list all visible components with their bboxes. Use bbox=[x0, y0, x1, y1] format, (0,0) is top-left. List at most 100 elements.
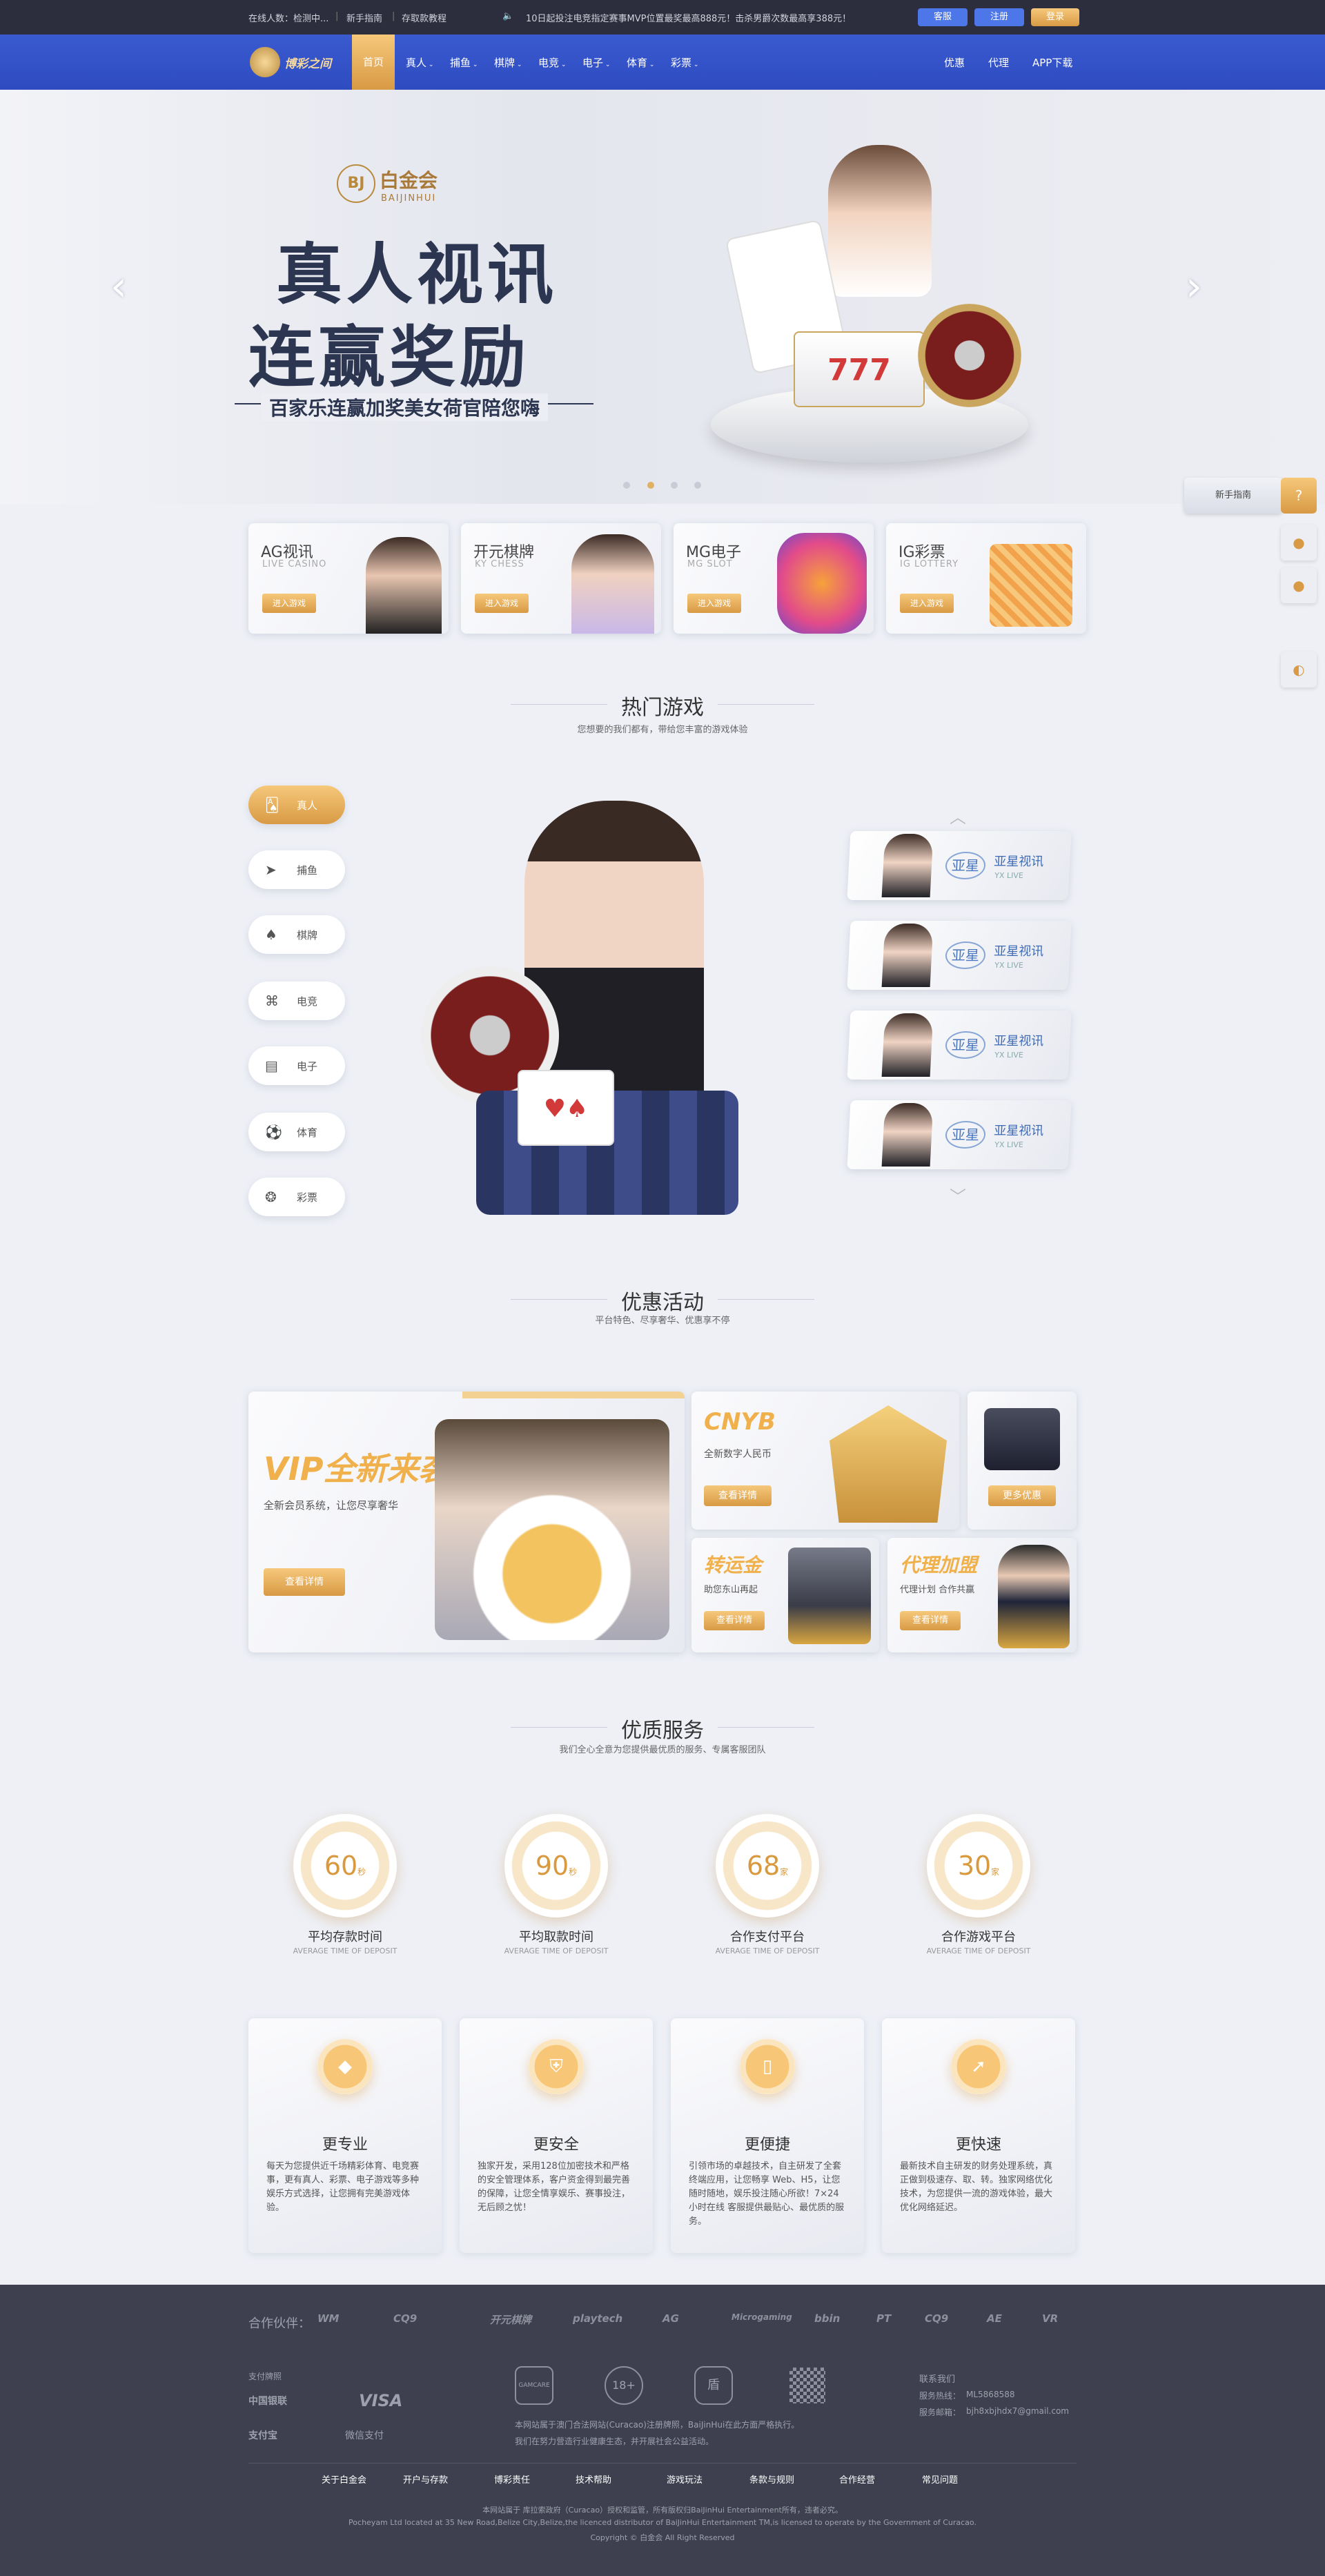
card-subtitle: KY CHESS bbox=[475, 559, 524, 569]
promo-vip[interactable]: VIP全新来袭 全新会员系统，让您尽享奢华 查看详情 bbox=[248, 1392, 685, 1652]
nav-item-agent[interactable]: 代理 bbox=[988, 55, 1009, 70]
nav-item-esports[interactable]: 电竞 ⌄ bbox=[538, 55, 566, 70]
bank-image bbox=[830, 1405, 947, 1523]
feature-title: 更便捷 bbox=[744, 2136, 790, 2154]
promo-desc: 全新会员系统，让您尽享奢华 bbox=[264, 1499, 399, 1512]
promo-luck[interactable]: 转运金 助您东山再起 查看详情 bbox=[691, 1538, 879, 1652]
view-details-button[interactable]: 查看详情 bbox=[900, 1611, 961, 1630]
chevron-down-icon: ⌄ bbox=[603, 61, 611, 68]
contact-phone[interactable]: ML5868588 bbox=[966, 2390, 1014, 2399]
float-guide-button[interactable]: 新手指南 bbox=[1184, 478, 1282, 514]
register-button[interactable]: 注册 bbox=[974, 8, 1024, 26]
back-to-top-icon[interactable]: ◐ bbox=[1281, 652, 1317, 687]
carousel-dot[interactable] bbox=[671, 482, 678, 489]
view-details-button[interactable]: 查看详情 bbox=[704, 1611, 765, 1630]
footer-link[interactable]: 技术帮助 bbox=[576, 2472, 611, 2486]
dealer-image bbox=[366, 537, 442, 634]
promo-cnyb[interactable]: CNYB 全新数字人民币 查看详情 bbox=[691, 1392, 959, 1530]
login-button[interactable]: 登录 bbox=[1031, 8, 1079, 26]
category-fishing[interactable]: ➤ 捕鱼 bbox=[248, 850, 345, 889]
carousel-dot-active[interactable] bbox=[647, 482, 654, 489]
message-icon[interactable]: ● bbox=[1281, 567, 1317, 603]
carousel-dot[interactable] bbox=[694, 482, 701, 489]
nav-item-app[interactable]: APP下载 bbox=[1032, 55, 1072, 70]
stat-sub: AVERAGE TIME OF DEPOSIT bbox=[293, 1946, 398, 1955]
category-sports[interactable]: ⚽ 体育 bbox=[248, 1113, 345, 1151]
partner-logo: 开元棋牌 bbox=[490, 2314, 532, 2326]
provider-logo: 亚星 bbox=[944, 1121, 987, 1149]
promo-agent[interactable]: 代理加盟 代理计划 合作共赢 查看详情 bbox=[887, 1538, 1077, 1652]
top-bar: 在线人数：检测中... | 新手指南 | 存取款教程 🔈 10日起投注电竞指定赛… bbox=[0, 0, 1325, 35]
hero-headline-2: 连赢奖励 bbox=[248, 319, 530, 396]
slot-icon: ▤ bbox=[265, 1057, 278, 1074]
nav-item-promos[interactable]: 优惠 bbox=[944, 55, 965, 70]
contact-mail-label: 服务邮箱： bbox=[919, 2408, 961, 2417]
view-details-button[interactable]: 查看详情 bbox=[264, 1568, 345, 1596]
nav-item-live[interactable]: 真人 ⌄ bbox=[406, 55, 433, 70]
partner-logo: PT bbox=[876, 2312, 892, 2325]
enter-game-button[interactable]: 进入游戏 bbox=[262, 594, 316, 613]
category-live[interactable]: 🂡 真人 bbox=[248, 786, 345, 824]
lottery-machine-image bbox=[990, 544, 1072, 627]
game-card-ky[interactable]: 开元棋牌 KY CHESS 进入游戏 bbox=[461, 523, 661, 634]
footer-link[interactable]: 游戏玩法 bbox=[667, 2472, 703, 2486]
category-lottery[interactable]: ❂ 彩票 bbox=[248, 1178, 345, 1216]
footer-link[interactable]: 关于白金会 bbox=[322, 2472, 366, 2486]
game-card-ag[interactable]: AG视讯 LIVE CASINO 进入游戏 bbox=[248, 523, 449, 634]
logo-text[interactable]: 博彩之间 bbox=[284, 54, 331, 71]
provider-sub: YX LIVE bbox=[994, 961, 1024, 970]
scroll-down-icon[interactable]: ﹀ bbox=[950, 1183, 966, 1207]
notice-text: 本网站属于澳门合法网站(Curacao)注册牌照，BaiJinHui在此方面严格… bbox=[515, 2420, 800, 2430]
roulette-image bbox=[918, 304, 1021, 407]
next-arrow-icon[interactable]: › bbox=[1186, 262, 1202, 311]
enter-game-button[interactable]: 进入游戏 bbox=[687, 594, 741, 613]
provider-card[interactable]: 亚星 亚星视讯 YX LIVE bbox=[847, 1100, 1072, 1169]
provider-card[interactable]: 亚星 亚星视讯 YX LIVE bbox=[847, 1011, 1072, 1080]
contact-phone-label: 服务热线： bbox=[919, 2391, 961, 2401]
footer-link[interactable]: 合作经营 bbox=[839, 2472, 875, 2486]
category-slots[interactable]: ▤ 电子 bbox=[248, 1046, 345, 1085]
provider-card[interactable]: 亚星 亚星视讯 YX LIVE bbox=[847, 831, 1072, 900]
game-card-mg[interactable]: MG电子 MG SLOT 进入游戏 bbox=[674, 523, 874, 634]
brand-en: BAIJINHUI bbox=[381, 193, 437, 204]
chevron-down-icon: ⌄ bbox=[559, 61, 567, 68]
nav-item-lottery[interactable]: 彩票 ⌄ bbox=[671, 55, 698, 70]
feature-desc: 每天为您提供近千场精彩体育、电竞赛事，更有真人、彩票、电子游戏等多种娱乐方式选择… bbox=[266, 2161, 420, 2213]
copyright-text: 本网站属于 库拉索政府（Curacao）授权和监管，所有版权归BaiJinHui… bbox=[482, 2506, 843, 2515]
nav-item-home[interactable]: 首页 bbox=[352, 35, 395, 90]
footer-link[interactable]: 博彩责任 bbox=[494, 2472, 530, 2486]
stat-label: 平均存款时间 bbox=[308, 1930, 382, 1944]
guide-link[interactable]: 新手指南 bbox=[346, 11, 382, 24]
chat-icon[interactable]: ● bbox=[1281, 525, 1317, 560]
more-promos-button[interactable]: 更多优惠 bbox=[988, 1485, 1056, 1506]
footer-link[interactable]: 常见问题 bbox=[922, 2472, 958, 2486]
nav-item-chess[interactable]: 棋牌 ⌄ bbox=[494, 55, 522, 70]
scroll-up-icon[interactable]: ︿ bbox=[950, 803, 966, 828]
tutorial-link[interactable]: 存取款教程 bbox=[402, 11, 446, 24]
nav-item-sports[interactable]: 体育 ⌄ bbox=[627, 55, 654, 70]
view-details-button[interactable]: 查看详情 bbox=[704, 1485, 772, 1506]
nav-item-slots[interactable]: 电子 ⌄ bbox=[582, 55, 610, 70]
footer-link[interactable]: 条款与规则 bbox=[749, 2472, 794, 2486]
carousel-dot[interactable] bbox=[623, 482, 630, 489]
prev-arrow-icon[interactable]: ‹ bbox=[110, 262, 127, 311]
category-esports[interactable]: ⌘ 电竞 bbox=[248, 982, 345, 1020]
partner-logo: CQ9 bbox=[393, 2312, 418, 2325]
footer-link[interactable]: 开户与存款 bbox=[403, 2472, 448, 2486]
enter-game-button[interactable]: 进入游戏 bbox=[900, 594, 954, 613]
partner-logo: Microgaming bbox=[732, 2312, 792, 2322]
hero-casino-illustration: 777 bbox=[690, 138, 1049, 476]
lottery-icon: ❂ bbox=[265, 1189, 277, 1205]
promo-desc: 全新数字人民币 bbox=[704, 1449, 772, 1460]
category-chess[interactable]: ♠ 棋牌 bbox=[248, 915, 345, 954]
enter-game-button[interactable]: 进入游戏 bbox=[475, 594, 529, 613]
contact-mail[interactable]: bjh8xbjhdx7@gmail.com bbox=[966, 2406, 1069, 2416]
guide-icon[interactable]: ? bbox=[1281, 478, 1317, 514]
service-button[interactable]: 客服 bbox=[918, 8, 968, 26]
feature-title: 更专业 bbox=[322, 2136, 368, 2154]
promo-more[interactable]: 更多优惠 bbox=[968, 1392, 1077, 1530]
game-card-ig[interactable]: IG彩票 IG LOTTERY 进入游戏 bbox=[886, 523, 1086, 634]
nav-item-fishing[interactable]: 捕鱼 ⌄ bbox=[450, 55, 478, 70]
provider-card[interactable]: 亚星 亚星视讯 YX LIVE bbox=[847, 921, 1072, 990]
logo-icon[interactable] bbox=[250, 47, 280, 77]
